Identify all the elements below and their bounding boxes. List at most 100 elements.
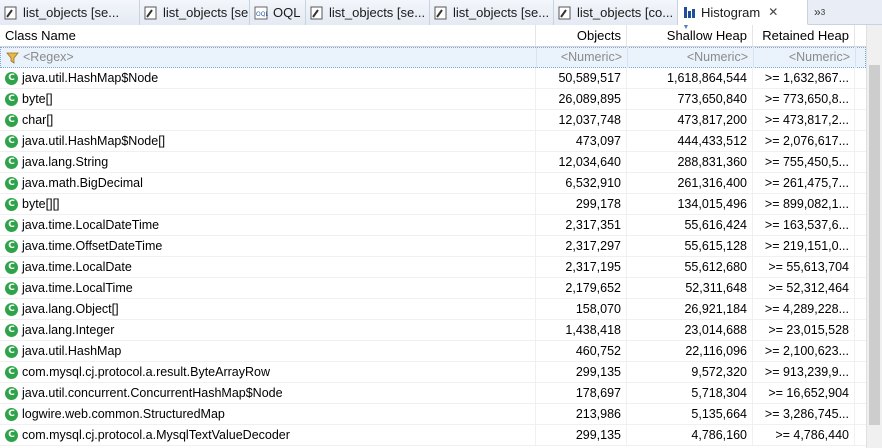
overflow-count: 3 bbox=[820, 7, 826, 17]
class-name-cell: Ccom.mysql.cj.protocol.a.result.ByteArra… bbox=[0, 361, 536, 383]
table-row[interactable]: Cjava.util.HashMap$Node[] 473,097 444,433,… bbox=[0, 130, 866, 152]
objects-cell: 12,037,748 bbox=[536, 109, 627, 131]
tab-list-objects-3[interactable]: list_objects [se... bbox=[306, 0, 430, 25]
retained-heap-filter-input[interactable]: <Numeric> bbox=[754, 47, 856, 68]
table-row[interactable]: Cjava.lang.Object[] 158,070 26,921,184 >= 4… bbox=[0, 298, 866, 320]
class-icon: C bbox=[5, 134, 18, 148]
tab-list-objects-1[interactable]: list_objects [se... bbox=[0, 0, 140, 25]
histogram-icon bbox=[684, 7, 695, 18]
table-row[interactable]: Cjava.time.OffsetDateTime 2,317,297 55,615… bbox=[0, 235, 866, 257]
class-name: java.time.LocalDateTime bbox=[22, 217, 160, 232]
table-row[interactable]: Cjava.util.HashMap 460,752 22,116,096 >= 2,… bbox=[0, 340, 866, 362]
objects-cell: 213,986 bbox=[536, 403, 627, 425]
regex-filter-cell[interactable]: <Regex> bbox=[1, 47, 537, 68]
column-header-retained-heap[interactable]: Retained Heap bbox=[753, 25, 855, 46]
class-name: byte[] bbox=[22, 91, 53, 106]
tab-oql[interactable]: OQL OQL bbox=[250, 0, 306, 25]
class-name: com.mysql.cj.protocol.a.result.ByteArray… bbox=[22, 364, 270, 379]
shallow-heap-cell: 23,014,688 bbox=[627, 319, 753, 341]
table-row[interactable]: Cjava.util.concurrent.ConcurrentHashMap$… bbox=[0, 382, 866, 404]
regex-filter-input[interactable]: <Regex> bbox=[23, 47, 74, 68]
shallow-heap-cell: 52,311,648 bbox=[627, 277, 753, 299]
chevron-double-right-icon: » bbox=[814, 5, 821, 19]
column-header-objects[interactable]: Objects bbox=[536, 25, 627, 46]
class-name-cell: Cjava.math.BigDecimal bbox=[0, 172, 536, 194]
class-icon: C bbox=[5, 71, 18, 85]
vertical-scrollbar[interactable] bbox=[866, 25, 882, 448]
objects-filter-input[interactable]: <Numeric> bbox=[537, 47, 628, 68]
class-name-cell: Cchar[] bbox=[0, 109, 536, 131]
objects-cell: 299,135 bbox=[536, 424, 627, 446]
class-name-cell: Ccom.mysql.cj.protocol.a.MysqlTextValueD… bbox=[0, 424, 536, 446]
class-name-cell: Cjava.util.HashMap bbox=[0, 340, 536, 362]
class-name-cell: Cjava.time.LocalDate bbox=[0, 256, 536, 278]
objects-cell: 1,438,418 bbox=[536, 319, 627, 341]
tab-label: list_objects [se... bbox=[329, 5, 426, 20]
table-row[interactable]: Ccom.mysql.cj.protocol.a.MysqlTextValueD… bbox=[0, 424, 866, 446]
tab-list-objects-4[interactable]: list_objects [se... bbox=[430, 0, 554, 25]
objects-cell: 26,089,895 bbox=[536, 88, 627, 110]
class-name-cell: Cbyte[][] bbox=[0, 193, 536, 215]
table-row[interactable]: Cjava.util.HashMap$Node 50,589,517 1,618,8… bbox=[0, 67, 866, 89]
tab-label: OQL bbox=[273, 5, 301, 20]
close-icon[interactable]: ✕ bbox=[768, 5, 778, 19]
class-icon: C bbox=[5, 386, 18, 400]
tab-list-objects-5[interactable]: list_objects [co... bbox=[554, 0, 678, 25]
query-result-icon bbox=[310, 6, 323, 19]
table-row[interactable]: Cjava.math.BigDecimal 6,532,910 261,316,40… bbox=[0, 172, 866, 194]
class-name: java.math.BigDecimal bbox=[22, 175, 143, 190]
objects-cell: 178,697 bbox=[536, 382, 627, 404]
retained-heap-cell: >= 899,082,1... bbox=[753, 193, 855, 215]
retained-heap-cell: >= 773,650,8... bbox=[753, 88, 855, 110]
retained-heap-cell: >= 3,286,745... bbox=[753, 403, 855, 425]
class-name: java.time.OffsetDateTime bbox=[22, 238, 163, 253]
class-name-cell: Cjava.lang.String bbox=[0, 151, 536, 173]
tab-label: list_objects [se... bbox=[163, 5, 250, 20]
scrollbar-thumb[interactable] bbox=[869, 65, 880, 425]
class-name-cell: Cjava.lang.Integer bbox=[0, 319, 536, 341]
table-row[interactable]: Cjava.time.LocalDate 2,317,195 55,612,680 >… bbox=[0, 256, 866, 278]
table-row[interactable]: Clogwire.web.common.StructuredMap 213,986… bbox=[0, 403, 866, 425]
table-row[interactable]: Cbyte[][] 299,178 134,015,496 >= 899,082,1.… bbox=[0, 193, 866, 215]
tab-overflow-button[interactable]: » 3 bbox=[808, 0, 825, 24]
oql-icon: OQL bbox=[254, 6, 268, 19]
table-row[interactable]: Cchar[] 12,037,748 473,817,200 >= 473,817,2… bbox=[0, 109, 866, 131]
class-name: java.time.LocalDate bbox=[22, 259, 132, 274]
retained-heap-cell: >= 261,475,7... bbox=[753, 172, 855, 194]
class-name: java.time.LocalTime bbox=[22, 280, 133, 295]
table-row[interactable]: Cbyte[] 26,089,895 773,650,840 >= 773,650,8… bbox=[0, 88, 866, 110]
table-row[interactable]: Cjava.time.LocalDateTime 2,317,351 55,616,… bbox=[0, 214, 866, 236]
table-row[interactable]: Cjava.lang.Integer 1,438,418 23,014,688 >= … bbox=[0, 319, 866, 341]
class-name: java.util.HashMap$Node[] bbox=[22, 133, 166, 148]
column-header-class-name[interactable]: Class Name bbox=[0, 25, 536, 46]
shallow-heap-cell: 22,116,096 bbox=[627, 340, 753, 362]
class-icon: C bbox=[5, 239, 18, 253]
table-row[interactable]: Ccom.mysql.cj.protocol.a.result.ByteArra… bbox=[0, 361, 866, 383]
shallow-heap-cell: 1,618,864,544 bbox=[627, 67, 753, 89]
shallow-heap-cell: 134,015,496 bbox=[627, 193, 753, 215]
column-header-shallow-heap-label: Shallow Heap bbox=[666, 28, 747, 43]
tab-histogram[interactable]: Histogram ✕ bbox=[678, 0, 808, 25]
class-icon: C bbox=[5, 113, 18, 127]
histogram-table: Class Name Objects ▼ Shallow Heap Retaine… bbox=[0, 25, 866, 446]
shallow-heap-cell: 26,921,184 bbox=[627, 298, 753, 320]
objects-cell: 2,317,297 bbox=[536, 235, 627, 257]
filter-icon bbox=[6, 52, 19, 64]
class-icon: C bbox=[5, 92, 18, 106]
shallow-heap-filter-input[interactable]: <Numeric> bbox=[628, 47, 754, 68]
class-name: byte[][] bbox=[22, 196, 60, 211]
shallow-heap-cell: 288,831,360 bbox=[627, 151, 753, 173]
table-row[interactable]: Cjava.lang.String 12,034,640 288,831,360 >=… bbox=[0, 151, 866, 173]
class-name: java.lang.Integer bbox=[22, 322, 115, 337]
sort-descending-icon: ▼ bbox=[682, 25, 690, 31]
class-name: com.mysql.cj.protocol.a.MysqlTextValueDe… bbox=[22, 427, 290, 442]
objects-cell: 460,752 bbox=[536, 340, 627, 362]
retained-heap-cell: >= 473,817,2... bbox=[753, 109, 855, 131]
column-header-shallow-heap[interactable]: ▼ Shallow Heap bbox=[627, 25, 753, 46]
shallow-heap-cell: 55,616,424 bbox=[627, 214, 753, 236]
class-icon: C bbox=[5, 260, 18, 274]
tab-list-objects-2[interactable]: list_objects [se... bbox=[140, 0, 250, 25]
class-name-cell: Cjava.time.OffsetDateTime bbox=[0, 235, 536, 257]
table-row[interactable]: Cjava.time.LocalTime 2,179,652 52,311,648 >… bbox=[0, 277, 866, 299]
tab-label: list_objects [co... bbox=[577, 5, 674, 20]
